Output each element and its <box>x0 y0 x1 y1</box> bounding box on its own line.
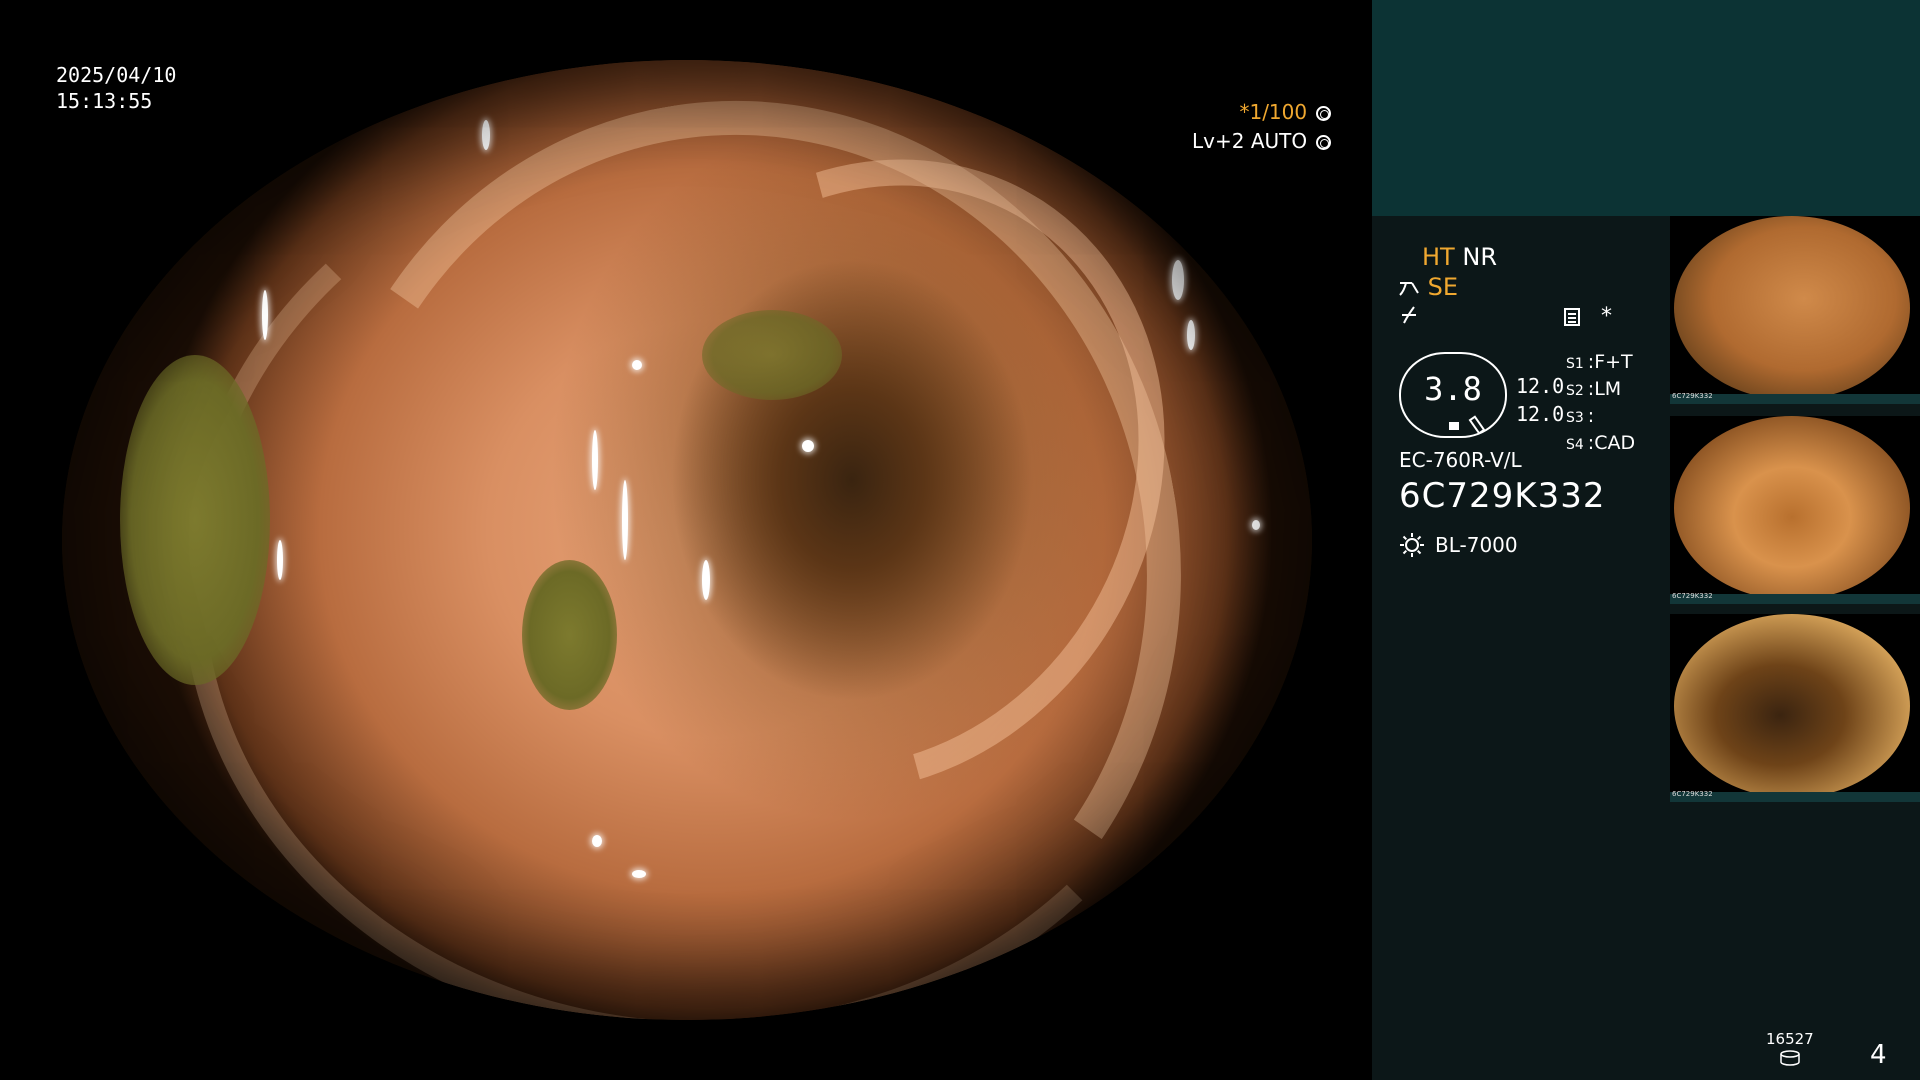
specular-highlight <box>632 360 642 370</box>
thumbnail-image <box>1674 216 1910 400</box>
switch-key: S4 <box>1566 437 1584 453</box>
date-text: 2025/04/10 <box>56 63 177 87</box>
scope-serial: 6C729K332 <box>1399 476 1606 516</box>
endoscope-view: 2025/04/10 15:13:55 *1/100 Lv+2 AUTO <box>0 0 1372 1080</box>
enhance-row <box>1398 303 1420 331</box>
switch-row: S3: <box>1566 405 1595 427</box>
specular-highlight <box>632 870 646 878</box>
exposure-settings: *1/100 Lv+2 AUTO <box>1192 98 1332 156</box>
residue-stain <box>702 310 842 400</box>
capture-count: 16527 <box>1766 1030 1814 1048</box>
specular-highlight <box>242 80 252 94</box>
capture-thumbnail[interactable]: 6C729K332 <box>1670 416 1920 604</box>
switch-assignments: S1:F+T S2:LM S3: S4:CAD <box>1566 350 1635 458</box>
star-marker: * <box>1601 304 1612 329</box>
switch-key: S1 <box>1566 356 1584 372</box>
residue-stain <box>120 355 270 685</box>
specular-highlight <box>1252 520 1260 530</box>
mode-nr: NR <box>1462 243 1497 271</box>
specular-highlight <box>702 560 710 600</box>
mode-row: HT NR <box>1422 243 1497 271</box>
document-icon <box>1564 308 1580 326</box>
thumbnail-caption: 6C729K332 <box>1672 790 1713 798</box>
date-time-display: 2025/04/10 15:13:55 <box>56 62 176 114</box>
light-source-label: BL-7000 <box>1435 533 1518 557</box>
light-source-row: BL-7000 <box>1399 532 1518 558</box>
specular-highlight <box>1187 320 1195 350</box>
capture-thumbnail[interactable]: 6C729K332 <box>1670 216 1920 404</box>
time-text: 15:13:55 <box>56 89 153 113</box>
specular-highlight <box>802 440 814 452</box>
level-row: Lv+2 AUTO <box>1192 127 1332 156</box>
zoom-level: 12.0 <box>1516 402 1565 426</box>
edge-enhance-icon <box>1402 306 1416 324</box>
shutter-row: *1/100 <box>1192 98 1332 127</box>
zoom-levels: 12.0 12.0 <box>1516 372 1564 428</box>
zoom-level: 12.0 <box>1516 374 1565 398</box>
switch-row: S4:CAD <box>1566 432 1636 454</box>
auto-exposure-icon <box>1316 135 1332 150</box>
specular-highlight <box>622 480 628 560</box>
specular-highlight <box>277 540 283 580</box>
switch-row: S2:LM <box>1566 378 1622 400</box>
switch-key: S2 <box>1566 383 1584 399</box>
mucosal-fold <box>238 60 1254 1020</box>
mode-ht: HT <box>1422 243 1455 271</box>
switch-value: F+T <box>1594 351 1633 373</box>
specular-highlight <box>592 835 602 847</box>
se-label: SE <box>1427 273 1459 301</box>
thumbnail-image <box>1674 416 1910 600</box>
specular-highlight <box>482 120 490 150</box>
panel-header-block <box>1372 0 1920 216</box>
sun-icon <box>1400 533 1424 557</box>
residue-stain <box>522 560 617 710</box>
zoom-tick-icon <box>1468 415 1486 435</box>
panel-icons: * <box>1564 304 1612 329</box>
capture-thumbnail[interactable]: 6C729K332 <box>1670 614 1920 802</box>
page-number: 4 <box>1870 1040 1887 1070</box>
switch-key: S3 <box>1566 410 1584 426</box>
zoom-dial: 3.8 <box>1399 352 1507 438</box>
brightness-level: Lv+2 AUTO <box>1192 129 1308 153</box>
scope-model: EC-760R-V/L <box>1399 448 1522 472</box>
specular-highlight <box>592 430 598 490</box>
specular-highlight <box>262 290 268 340</box>
disk-icon <box>1780 1050 1800 1066</box>
specular-highlight <box>1172 260 1184 300</box>
se-row: SE <box>1398 273 1458 301</box>
aperture-icon <box>1316 106 1332 121</box>
thumbnail-caption: 6C729K332 <box>1672 392 1713 400</box>
thumbnail-image <box>1674 614 1910 798</box>
capture-counter: 16527 <box>1766 1030 1814 1066</box>
structure-enhance-icon <box>1399 282 1419 296</box>
mucosal-fold <box>457 60 1279 902</box>
mucosal-fold <box>182 120 1226 1020</box>
thumbnail-caption: 6C729K332 <box>1672 592 1713 600</box>
zoom-indicator <box>1449 422 1459 430</box>
switch-value: CAD <box>1594 432 1636 454</box>
switch-value: LM <box>1594 378 1622 400</box>
colon-lumen-image <box>62 60 1312 1020</box>
zoom-value: 3.8 <box>1424 370 1482 408</box>
shutter-speed: *1/100 <box>1239 100 1308 124</box>
switch-row: S1:F+T <box>1566 351 1633 373</box>
